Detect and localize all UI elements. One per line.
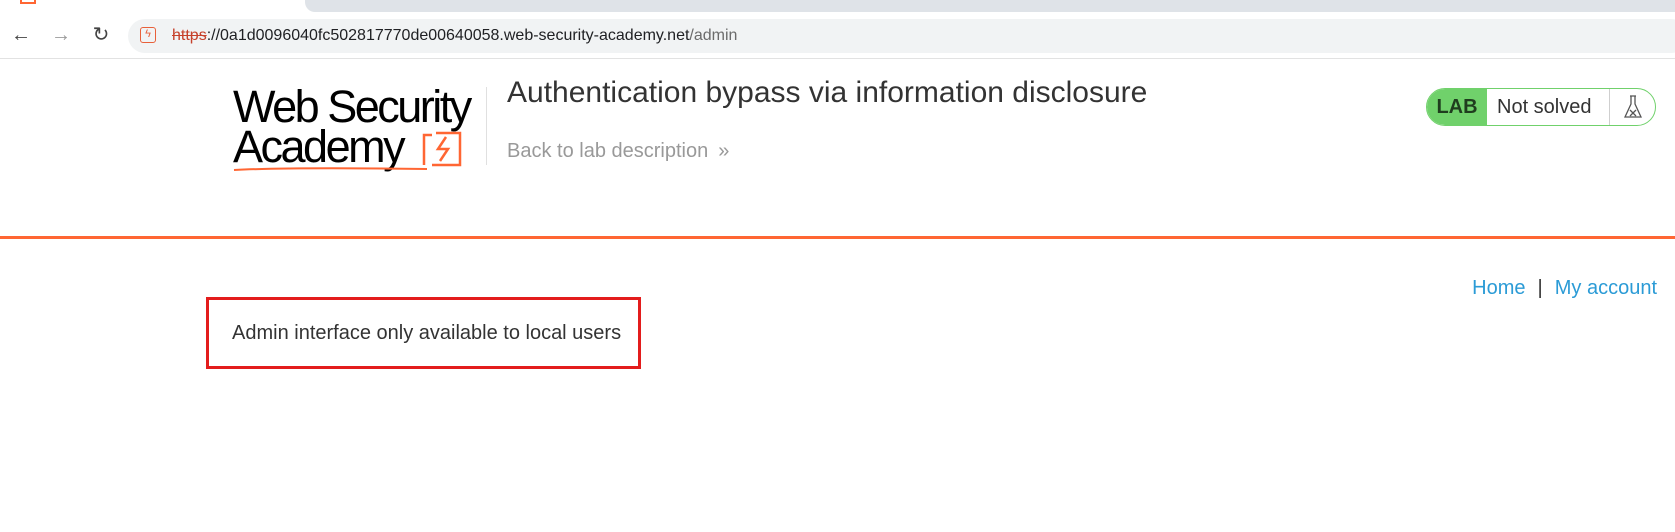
top-nav-links: Home | My account: [1472, 277, 1657, 300]
lab-tag: LAB: [1427, 89, 1487, 125]
tab-strip-background: [305, 0, 1675, 12]
back-link-label: Back to lab description: [507, 140, 709, 162]
lab-title: Authentication bypass via information di…: [507, 76, 1148, 109]
lightning-bolt-icon: [422, 131, 462, 167]
flask-icon: [1623, 95, 1642, 118]
reload-button[interactable]: ↻: [88, 22, 114, 48]
arrow-right-icon: →: [51, 24, 71, 46]
header-orange-rule: [0, 236, 1675, 239]
url-path: /admin: [689, 27, 738, 44]
reload-icon: ↻: [92, 24, 110, 46]
logo-underline: [233, 167, 428, 171]
double-chevron-right-icon: »: [718, 140, 729, 162]
back-button[interactable]: ←: [8, 22, 34, 48]
back-to-lab-description-link[interactable]: Back to lab description »: [507, 140, 729, 163]
home-link[interactable]: Home: [1472, 277, 1525, 300]
url-host: ://0a1d0096040fc502817770de00640058.web-…: [206, 27, 690, 44]
logo-line-2: Academy: [233, 121, 406, 172]
header-divider: [486, 87, 487, 165]
nav-separator: |: [1537, 277, 1543, 299]
lab-status-text: Not solved: [1497, 95, 1592, 118]
browser-toolbar: ← → ↻ ϟ https://0a1d0096040fc502817770de…: [0, 14, 1675, 59]
address-bar[interactable]: ϟ https://0a1d0096040fc502817770de006400…: [128, 19, 1675, 53]
admin-message-text: Admin interface only available to local …: [232, 322, 622, 344]
admin-message-box: Admin interface only available to local …: [206, 297, 641, 369]
lab-status-badge: LAB Not solved: [1426, 88, 1656, 126]
flask-button[interactable]: [1609, 89, 1655, 125]
my-account-link[interactable]: My account: [1555, 277, 1657, 300]
tab-favicon[interactable]: [20, 0, 36, 4]
url-scheme: https: [172, 27, 207, 44]
url-text[interactable]: https://0a1d0096040fc502817770de00640058…: [172, 27, 737, 45]
forward-button[interactable]: →: [48, 22, 74, 48]
web-security-academy-logo[interactable]: Web Security Academy: [233, 84, 483, 174]
browser-tab-strip: [0, 0, 1675, 14]
arrow-left-icon: ←: [11, 24, 31, 46]
lightning-icon[interactable]: ϟ: [140, 27, 156, 43]
